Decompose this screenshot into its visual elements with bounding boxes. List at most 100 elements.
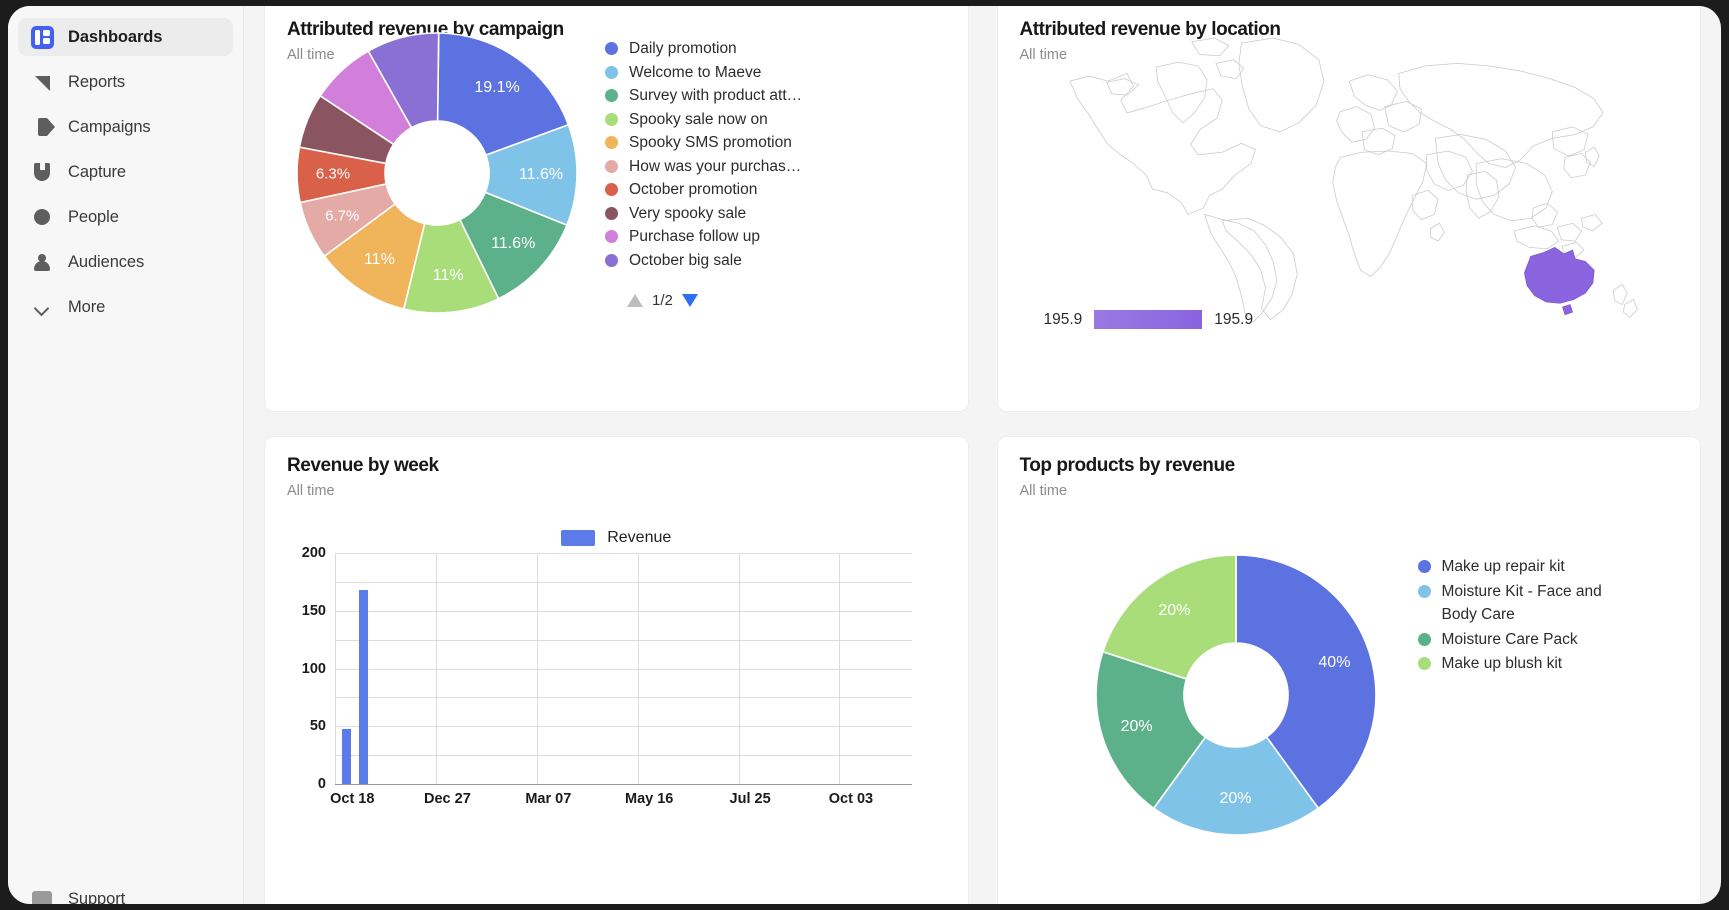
sidebar-item-label: Dashboards — [68, 27, 163, 46]
legend-item[interactable]: Very spooky sale — [605, 202, 802, 226]
sidebar-item-audiences[interactable]: Audiences — [18, 243, 233, 281]
legend-label: Daily promotion — [629, 40, 737, 57]
sidebar-item-campaigns[interactable]: Campaigns — [18, 108, 233, 146]
y-axis-tick: 200 — [301, 545, 326, 561]
sidebar-item-label: Capture — [68, 162, 127, 181]
legend-item[interactable]: Welcome to Maeve — [605, 61, 802, 85]
legend-swatch — [1417, 632, 1431, 646]
legend-label: Make up blush kit — [1441, 655, 1563, 672]
legend-label: Survey with product att… — [629, 87, 803, 104]
dashboard-grid: Attributed revenue by campaign All time … — [264, 6, 1701, 904]
card-top-products-by-revenue: Top products by revenue All time 40% 20% 2… — [996, 436, 1701, 904]
sidebar-item-people[interactable]: People — [18, 198, 233, 236]
map-region-australia — [1523, 247, 1595, 304]
campaign-donut-svg — [296, 32, 578, 314]
legend-swatch — [605, 230, 618, 243]
bar-chart-legend: Revenue — [287, 529, 946, 547]
legend-item[interactable]: Survey with product att… — [605, 84, 802, 108]
legend-item[interactable]: Moisture Kit - Face and Body Care — [1417, 580, 1608, 627]
y-axis-tick: 0 — [317, 776, 326, 792]
legend-swatch — [1417, 560, 1431, 573]
world-map[interactable]: 195.9 195.9 — [1020, 6, 1679, 335]
audiences-icon — [30, 250, 54, 274]
sidebar-item-dashboards[interactable]: Dashboards — [18, 18, 233, 56]
sidebar-item-support[interactable]: Support — [18, 880, 137, 904]
legend-label: Moisture Kit - Face and Body Care — [1441, 582, 1602, 624]
products-chart-body: 40% 20% 20% 20% Make up repair kit Moisture… — [1020, 545, 1679, 850]
x-axis-tick: May 16 — [625, 791, 674, 807]
legend-swatch — [605, 183, 618, 196]
sidebar: Dashboards Reports Campaigns Capture Peo… — [8, 6, 244, 904]
sidebar-item-capture[interactable]: Capture — [18, 153, 233, 191]
legend-label: October big sale — [629, 251, 742, 269]
campaign-donut-chart[interactable]: 19.1% 11.6% 11.6% 11% 11% 6.7% 6.3% — [287, 23, 587, 328]
card-attributed-revenue-by-campaign: Attributed revenue by campaign All time … — [264, 6, 969, 412]
legend-item[interactable]: October promotion — [605, 178, 802, 202]
people-icon — [30, 205, 54, 229]
x-axis-tick: Jul 25 — [729, 791, 771, 807]
legend-item[interactable]: Spooky sale now on — [605, 108, 802, 132]
map-legend-min: 195.9 — [1043, 310, 1083, 328]
legend-item[interactable]: Daily promotion — [605, 37, 802, 61]
legend-swatch — [605, 206, 618, 220]
card-revenue-by-week: Revenue by week All time Revenue 200 150… — [264, 436, 969, 904]
capture-icon — [30, 160, 54, 184]
bar[interactable] — [341, 728, 351, 784]
app-window: Dashboards Reports Campaigns Capture Peo… — [8, 6, 1721, 904]
map-legend-max: 195.9 — [1214, 310, 1254, 328]
products-legend: Make up repair kit Moisture Kit - Face a… — [1417, 545, 1608, 677]
sidebar-item-label: Campaigns — [68, 117, 151, 136]
sidebar-item-label: Audiences — [68, 252, 145, 271]
dashboard-icon — [30, 25, 54, 49]
legend-swatch — [605, 136, 618, 149]
y-axis-tick: 50 — [309, 718, 326, 735]
x-axis-tick: Oct 03 — [828, 791, 874, 807]
sidebar-item-label: More — [68, 297, 106, 316]
products-donut-chart[interactable]: 40% 20% 20% 20% — [1086, 545, 1386, 850]
card-attributed-revenue-by-location: Attributed revenue by location All time — [996, 6, 1701, 412]
legend-item[interactable]: Make up blush kit — [1417, 652, 1608, 676]
reports-icon — [30, 70, 54, 94]
x-axis-tick: Oct 18 — [330, 791, 375, 807]
chevron-down-icon — [30, 295, 54, 319]
legend-item[interactable]: Purchase follow up — [605, 225, 802, 249]
legend-swatch — [605, 42, 618, 55]
legend-item[interactable]: Moisture Care Pack — [1417, 628, 1608, 652]
campaigns-icon — [30, 115, 55, 139]
legend-item[interactable]: How was your purchas… — [605, 155, 802, 179]
triangle-up-icon[interactable] — [627, 294, 643, 307]
campaign-chart-body: 19.1% 11.6% 11.6% 11% 11% 6.7% 6.3% Daily prom… — [287, 23, 946, 328]
legend-label: Revenue — [607, 529, 672, 546]
sidebar-item-label: Reports — [68, 72, 126, 91]
bar[interactable] — [359, 589, 369, 784]
y-axis-tick: 100 — [301, 660, 326, 677]
x-axis-tick: Mar 07 — [525, 791, 572, 807]
campaign-legend: Daily promotion Welcome to Maeve Survey … — [605, 37, 802, 309]
legend-label: Spooky sale now on — [629, 110, 768, 128]
sidebar-item-label: People — [68, 207, 119, 226]
legend-label: Spooky SMS promotion — [629, 134, 792, 151]
legend-swatch — [605, 65, 618, 79]
legend-label: How was your purchas… — [629, 157, 802, 175]
pager-text: 1/2 — [652, 292, 673, 309]
legend-pager: 1/2 — [605, 292, 802, 309]
legend-item[interactable]: October big sale — [605, 249, 802, 273]
legend-swatch — [605, 89, 618, 102]
card-title: Revenue by week — [287, 455, 439, 476]
sidebar-item-more[interactable]: More — [18, 288, 233, 326]
map-region-tasmania — [1561, 304, 1573, 316]
legend-label: Welcome to Maeve — [629, 63, 762, 81]
map-legend-gradient — [1094, 310, 1203, 329]
legend-label: Make up repair kit — [1441, 558, 1565, 575]
legend-item[interactable]: Spooky SMS promotion — [605, 131, 802, 155]
revenue-bar-chart[interactable]: Revenue 200 150 100 50 0 Oct 18 Dec 27 M… — [287, 529, 946, 859]
y-axis-tick: 150 — [301, 602, 326, 619]
legend-label: Purchase follow up — [629, 228, 760, 245]
legend-swatch — [605, 112, 618, 126]
triangle-down-icon[interactable] — [681, 294, 698, 307]
legend-swatch — [561, 530, 596, 546]
sidebar-item-reports[interactable]: Reports — [18, 63, 233, 101]
sidebar-item-label: Support — [68, 889, 126, 905]
legend-label: Very spooky sale — [629, 204, 747, 222]
legend-item[interactable]: Make up repair kit — [1417, 555, 1608, 579]
